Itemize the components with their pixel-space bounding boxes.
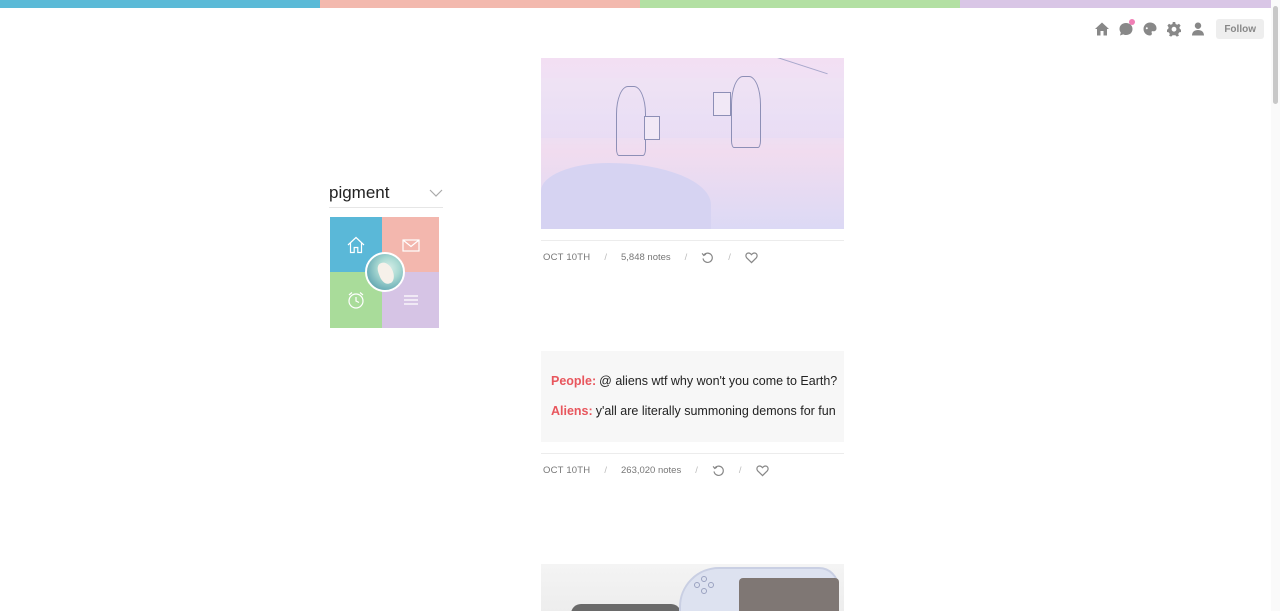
chevron-down-icon[interactable] <box>429 184 443 202</box>
chat-line: Aliens: y'all are literally summoning dem… <box>551 404 836 419</box>
meta-separator: / <box>604 252 607 263</box>
meta-separator: / <box>695 465 698 476</box>
scrollbar-thumb[interactable] <box>1273 6 1278 104</box>
blog-title[interactable]: pigment <box>329 183 389 203</box>
home-icon <box>347 236 365 253</box>
sidebar: pigment <box>329 182 443 328</box>
gear-icon[interactable] <box>1162 17 1186 41</box>
post-photo <box>541 564 844 611</box>
follow-button[interactable]: Follow <box>1216 19 1264 39</box>
color-bar-segment-green <box>640 0 960 8</box>
chat-label: Aliens: <box>551 404 593 418</box>
chat-icon[interactable] <box>1114 17 1138 41</box>
post-chat: People: @ aliens wtf why won't you come t… <box>541 351 844 487</box>
user-icon[interactable] <box>1186 17 1210 41</box>
avatar-figure <box>375 260 397 286</box>
mail-icon <box>401 238 420 252</box>
chat-body: People: @ aliens wtf why won't you come t… <box>541 351 844 442</box>
photo-console-buttons <box>691 576 721 596</box>
avatar[interactable] <box>365 252 405 292</box>
palette-icon[interactable] <box>1138 17 1162 41</box>
heart-icon[interactable] <box>745 251 758 264</box>
meta-separator: / <box>728 252 731 263</box>
photo-console-button <box>701 576 707 582</box>
photo-card-left <box>644 116 660 140</box>
nav-tiles <box>330 217 439 328</box>
post-date[interactable]: OCT 10TH <box>543 465 590 476</box>
photo-card-right <box>713 92 731 116</box>
post-notes[interactable]: 263,020 notes <box>621 465 681 476</box>
photo-figure-right <box>731 76 761 148</box>
post-meta: OCT 10TH / 263,020 notes / / <box>541 453 844 487</box>
post-meta: OCT 10TH / 5,848 notes / / <box>541 240 844 274</box>
meta-separator: / <box>604 465 607 476</box>
top-color-bar <box>0 0 1280 8</box>
photo-console-button <box>701 588 707 594</box>
color-bar-segment-pink <box>320 0 640 8</box>
reblog-icon[interactable] <box>701 251 714 264</box>
photo-console-screen <box>739 578 839 611</box>
post-photo-image[interactable] <box>541 58 844 229</box>
post-date[interactable]: OCT 10TH <box>543 252 590 263</box>
photo-shadow <box>571 604 681 611</box>
menu-icon <box>403 295 418 305</box>
clock-icon <box>348 292 364 309</box>
meta-separator: / <box>684 252 688 263</box>
post-photo: OCT 10TH / 5,848 notes / / <box>541 58 844 274</box>
color-bar-segment-purple <box>960 0 1280 8</box>
chat-line: People: @ aliens wtf why won't you come t… <box>551 374 838 389</box>
color-bar-segment-blue <box>0 0 320 8</box>
notification-dot <box>1129 19 1136 25</box>
home-icon[interactable] <box>1090 17 1114 41</box>
chat-text: @ aliens wtf why won't you come to Earth… <box>599 374 838 388</box>
meta-separator: / <box>738 465 742 476</box>
tumblr-controls: Follow <box>1090 19 1264 39</box>
photo-figure-left <box>616 86 646 156</box>
photo-console-button <box>694 582 700 588</box>
photo-console-button <box>708 582 714 588</box>
reblog-icon[interactable] <box>712 464 725 477</box>
blog-title-row[interactable]: pigment <box>329 182 443 208</box>
scrollbar[interactable] <box>1271 0 1280 611</box>
chat-label: People: <box>551 374 597 388</box>
post-photo-image[interactable] <box>541 564 844 611</box>
post-notes[interactable]: 5,848 notes <box>621 252 671 263</box>
heart-icon[interactable] <box>755 464 769 477</box>
chat-text: y'all are literally summoning demons for… <box>595 404 836 418</box>
photo-grass <box>541 163 711 229</box>
